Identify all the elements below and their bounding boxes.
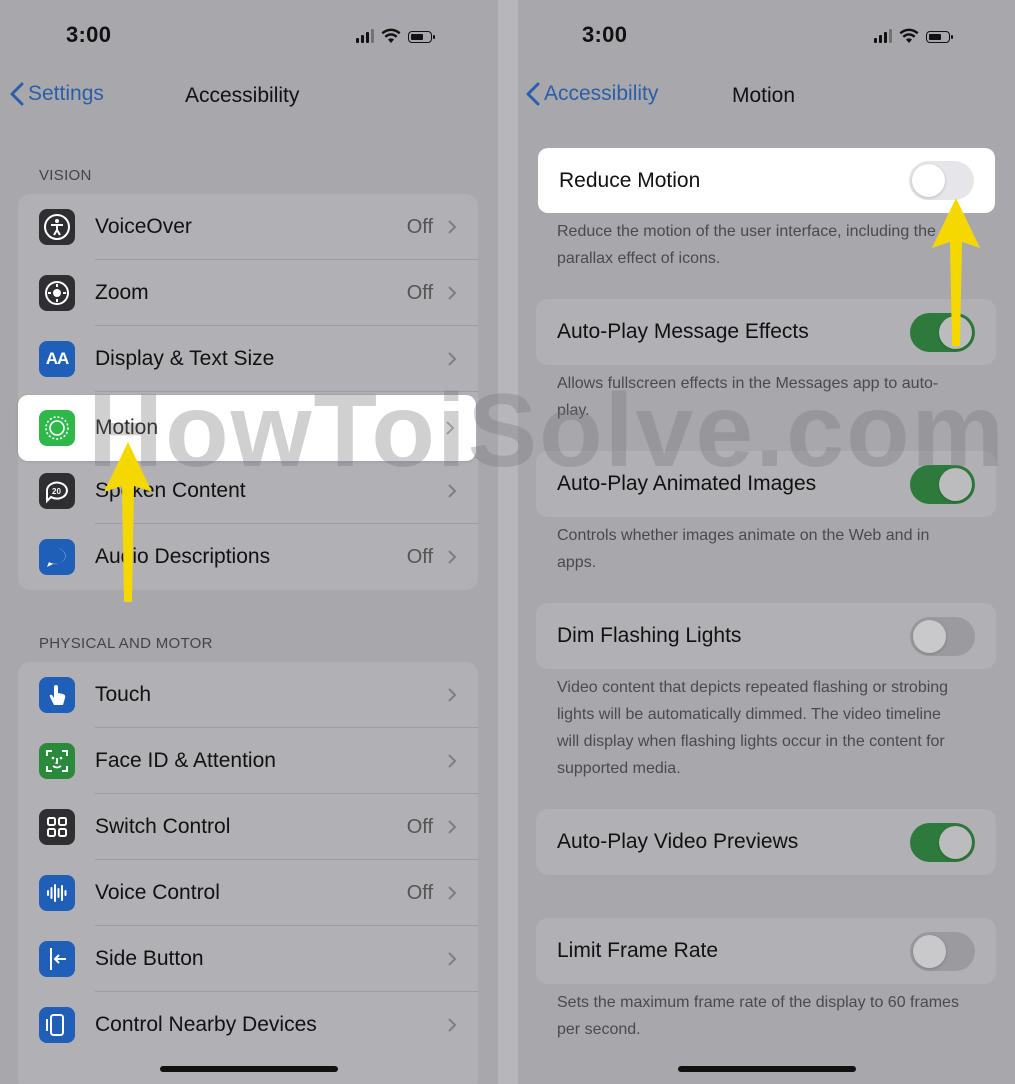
dim-flashing-lights-footer: Video content that depicts repeated flas…: [557, 679, 949, 777]
switch-control-icon: [39, 809, 75, 845]
row-label: Control Nearby Devices: [95, 1013, 317, 1036]
section-header-vision: VISION: [39, 167, 92, 184]
row-label: Touch: [95, 683, 152, 706]
setting-label: Auto-Play Message Effects: [557, 320, 809, 343]
row-value: Off: [406, 815, 433, 838]
display-text-icon: AA: [39, 341, 75, 377]
chevron-right-icon: [448, 550, 457, 564]
chevron-right-icon: [448, 688, 457, 702]
voiceover-icon: [39, 209, 75, 245]
setting-label: Reduce Motion: [559, 168, 701, 192]
chevron-left-icon: [10, 82, 24, 106]
back-button[interactable]: Accessibility: [526, 82, 658, 106]
dim-flashing-lights-toggle[interactable]: [910, 616, 975, 656]
spoken-content-icon: 20: [39, 473, 75, 509]
wifi-icon: [381, 28, 401, 43]
chevron-left-icon: [526, 82, 540, 106]
back-button-label: Accessibility: [544, 82, 659, 105]
row-label: Side Button: [95, 947, 204, 970]
row-label: Voice Control: [95, 881, 220, 904]
row-value: Off: [406, 545, 433, 568]
nearby-devices-icon: [39, 1007, 75, 1043]
zoom-icon: [39, 275, 75, 311]
auto-play-message-effects-row: Auto-Play Message Effects: [536, 299, 996, 365]
auto-play-video-previews-toggle[interactable]: [910, 822, 975, 862]
row-touch[interactable]: Touch: [18, 662, 478, 728]
chevron-right-icon: [448, 952, 457, 966]
row-face-id-attention[interactable]: Face ID & Attention: [18, 728, 478, 794]
row-audio-descriptions[interactable]: Audio Descriptions Off: [18, 524, 478, 590]
chevron-right-icon: [448, 754, 457, 768]
limit-frame-rate-row: Limit Frame Rate: [536, 918, 996, 984]
row-value: Off: [406, 881, 433, 904]
side-button-icon: [39, 941, 75, 977]
status-icons: [874, 28, 953, 43]
chevron-right-icon: [448, 886, 457, 900]
battery-icon: [926, 31, 953, 43]
accessibility-screen: 3:00 Settings Accessibility VISION Voice…: [0, 0, 498, 1084]
row-switch-control[interactable]: Switch Control Off: [18, 794, 478, 860]
audio-descriptions-icon: [39, 539, 75, 575]
watermark-text: HowToiSolve.com: [88, 373, 1006, 489]
wifi-icon: [899, 28, 919, 43]
svg-text:20: 20: [52, 487, 61, 496]
page-title: Accessibility: [185, 84, 300, 107]
row-label: Zoom: [95, 281, 149, 304]
reduce-motion-toggle[interactable]: [909, 161, 974, 200]
row-label: VoiceOver: [95, 215, 192, 238]
chevron-right-icon: [448, 352, 457, 366]
status-time: 3:00: [582, 22, 628, 47]
row-label: Display & Text Size: [95, 347, 275, 370]
row-side-button[interactable]: Side Button: [18, 926, 478, 992]
chevron-right-icon: [448, 1018, 457, 1032]
auto-play-animated-images-footer: Controls whether images animate on the W…: [557, 527, 930, 571]
dim-flashing-lights-row: Dim Flashing Lights: [536, 603, 996, 669]
row-zoom[interactable]: Zoom Off: [18, 260, 478, 326]
back-button-label: Settings: [28, 82, 104, 105]
voice-control-icon: [39, 875, 75, 911]
touch-icon: [39, 677, 75, 713]
limit-frame-rate-toggle[interactable]: [910, 931, 975, 971]
row-label: Face ID & Attention: [95, 749, 276, 772]
row-voiceover[interactable]: VoiceOver Off: [18, 194, 478, 260]
battery-icon: [408, 31, 435, 43]
row-value: Off: [406, 215, 433, 238]
setting-label: Auto-Play Video Previews: [557, 830, 799, 853]
page-title: Motion: [732, 84, 796, 107]
section-header-physical-motor: PHYSICAL AND MOTOR: [39, 635, 213, 652]
home-indicator: [160, 1066, 338, 1072]
limit-frame-rate-footer: Sets the maximum frame rate of the displ…: [557, 994, 959, 1038]
motion-icon: [39, 410, 75, 446]
setting-label: Limit Frame Rate: [557, 939, 719, 962]
chevron-right-icon: [448, 286, 457, 300]
cellular-signal-icon: [874, 29, 892, 43]
row-voice-control[interactable]: Voice Control Off: [18, 860, 478, 926]
chevron-right-icon: [448, 820, 457, 834]
physical-motor-group: Touch Face ID & Attention Switch Control…: [18, 662, 478, 1084]
status-icons: [356, 28, 435, 43]
back-button[interactable]: Settings: [10, 82, 104, 106]
auto-play-video-previews-row: Auto-Play Video Previews: [536, 809, 996, 875]
cellular-signal-icon: [356, 29, 374, 43]
arrow-up-icon: [104, 442, 152, 602]
reduce-motion-footer: Reduce the motion of the user interface,…: [557, 223, 936, 267]
arrow-up-icon: [932, 198, 980, 346]
chevron-right-icon: [448, 220, 457, 234]
home-indicator: [678, 1066, 856, 1072]
status-time: 3:00: [66, 22, 112, 47]
setting-label: Dim Flashing Lights: [557, 624, 742, 647]
reduce-motion-row: Reduce Motion: [538, 148, 995, 213]
row-label: Switch Control: [95, 815, 231, 838]
row-control-nearby-devices[interactable]: Control Nearby Devices: [18, 992, 478, 1058]
panel-divider: [498, 0, 518, 1084]
row-value: Off: [406, 281, 433, 304]
face-id-icon: [39, 743, 75, 779]
